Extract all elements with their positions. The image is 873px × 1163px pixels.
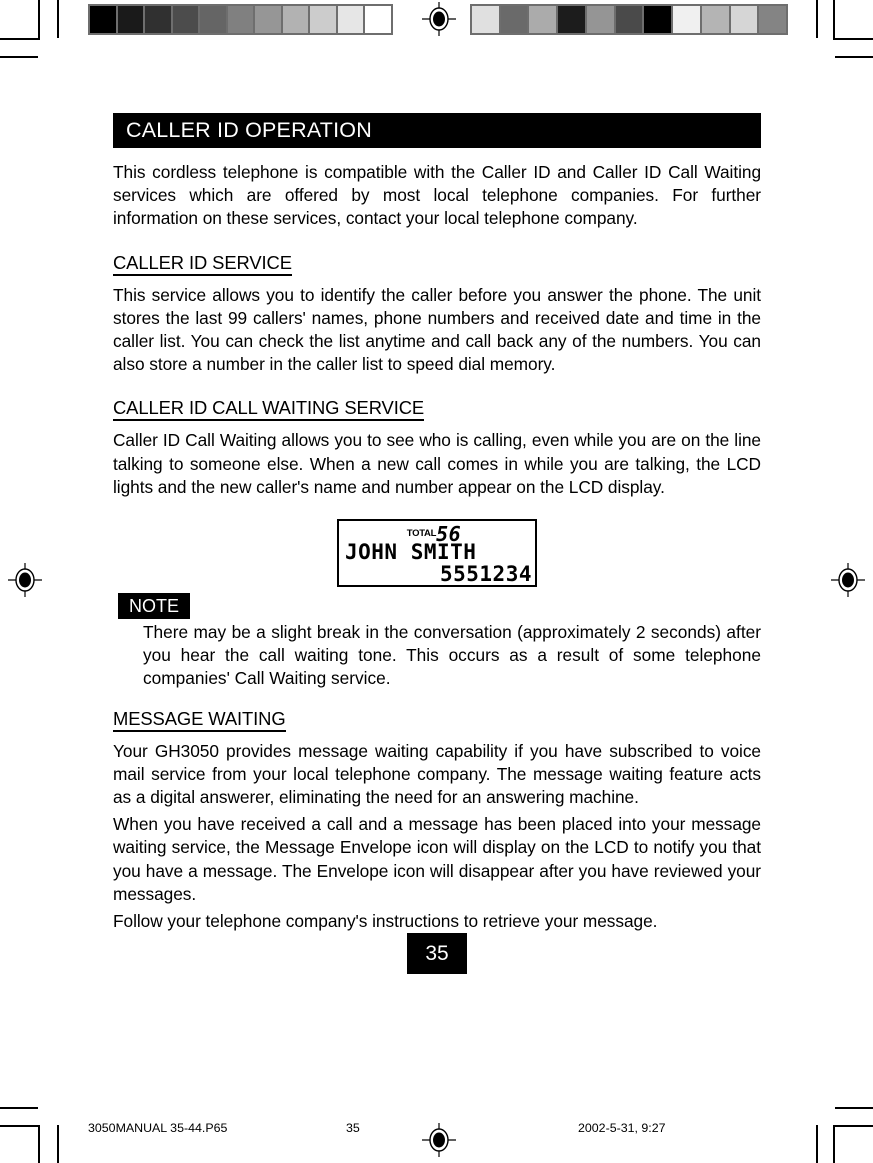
registration-mark-icon [831,563,865,597]
calibration-swatch-5 [227,6,254,33]
note-text: There may be a slight break in the conve… [143,622,761,689]
footer-timestamp: 2002-5-31, 9:27 [578,1121,666,1135]
calibration-swatch-9 [337,6,364,33]
section-heading: CALLER ID CALL WAITING SERVICE [113,397,424,422]
lcd-screen: TOTAL 56 JOHN SMITH 5551234 [337,519,537,588]
calibration-swatch-3 [172,6,199,33]
footer-file-name: 3050MANUAL 35-44.P65 [88,1121,228,1135]
grayscale-calibration-bar-right [470,4,788,35]
calibration-swatch-1 [117,6,144,33]
calibration-swatch-0 [472,6,499,33]
lcd-caller-number: 5551234 [439,562,532,587]
calibration-swatch-7 [673,6,700,33]
section-caller-id-service: CALLER ID SERVICE This service allows yo… [113,235,761,377]
section-paragraph-2: When you have received a call and a mess… [113,814,761,904]
calibration-swatch-3 [558,6,585,33]
calibration-swatch-10 [365,6,392,33]
calibration-swatch-1 [500,6,528,33]
calibration-swatch-8 [701,6,729,33]
section-heading: MESSAGE WAITING [113,708,286,732]
page-content: CALLER ID OPERATION This cordless teleph… [113,113,761,975]
page-title: CALLER ID OPERATION [113,113,761,148]
calibration-swatch-5 [615,6,643,33]
lcd-display-figure: TOTAL 56 JOHN SMITH 5551234 [113,519,761,588]
calibration-swatch-8 [310,6,336,33]
crop-mark-top-right [809,0,873,60]
print-footer: 3050MANUAL 35-44.P65 35 2002-5-31, 9:27 [0,1121,873,1141]
calibration-swatch-2 [529,6,557,33]
section-paragraph: Caller ID Call Waiting allows you to see… [113,430,761,497]
section-paragraph: Your GH3050 provides message waiting cap… [113,740,761,808]
note-block: NOTE There may be a slight break in the … [113,593,761,691]
calibration-swatch-2 [145,6,171,33]
registration-mark-icon [8,563,42,597]
trim-tick [57,0,59,38]
page-number-row: 35 [113,933,761,975]
section-caller-id-call-waiting-service: CALLER ID CALL WAITING SERVICE Caller ID… [113,380,761,499]
intro-paragraph: This cordless telephone is compatible wi… [113,162,761,229]
calibration-swatch-10 [759,6,787,33]
section-paragraph: This service allows you to identify the … [113,284,761,375]
note-tag: NOTE [118,593,191,620]
footer-page-number: 35 [346,1121,360,1135]
page-number-badge: 35 [407,933,467,975]
calibration-swatch-9 [730,6,758,33]
trim-tick [816,0,818,38]
registration-mark-icon [422,2,456,36]
calibration-swatch-0 [90,6,116,33]
calibration-swatch-4 [586,6,614,33]
section-message-waiting: MESSAGE WAITING Your GH3050 provides mes… [113,691,761,934]
lcd-caller-name: JOHN SMITH [345,540,477,565]
grayscale-calibration-bar-left [88,4,393,35]
crop-mark-top-left [0,0,64,60]
calibration-swatch-7 [282,6,309,33]
calibration-swatch-4 [200,6,226,33]
calibration-swatch-6 [255,6,281,33]
calibration-swatch-6 [644,6,672,33]
section-heading: CALLER ID SERVICE [113,252,292,276]
section-paragraph-3: Follow your telephone company's instruct… [113,911,658,932]
